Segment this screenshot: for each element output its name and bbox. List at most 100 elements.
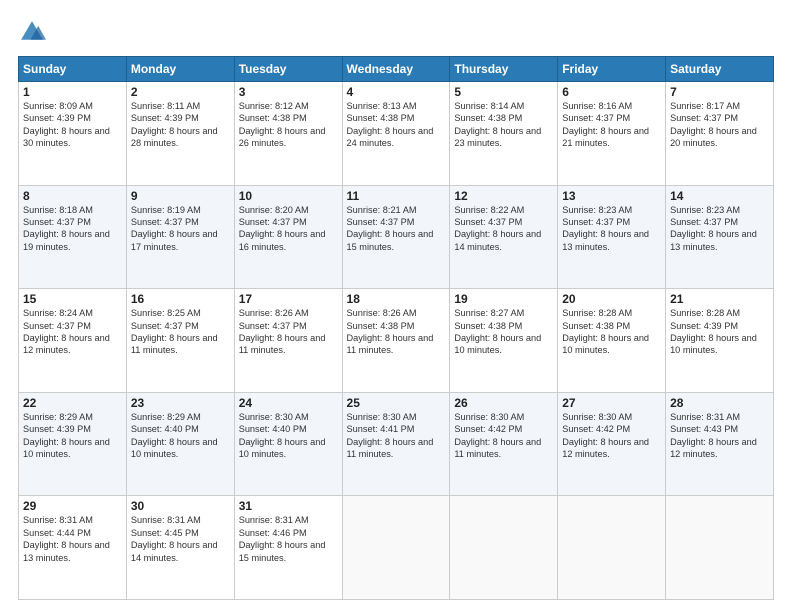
calendar-cell	[558, 496, 666, 600]
cell-info: Sunrise: 8:14 AM Sunset: 4:38 PM Dayligh…	[454, 100, 553, 150]
calendar-cell: 22 Sunrise: 8:29 AM Sunset: 4:39 PM Dayl…	[19, 392, 127, 496]
cell-info: Sunrise: 8:30 AM Sunset: 4:40 PM Dayligh…	[239, 411, 338, 461]
cell-info: Sunrise: 8:21 AM Sunset: 4:37 PM Dayligh…	[347, 204, 446, 254]
cell-info: Sunrise: 8:23 AM Sunset: 4:37 PM Dayligh…	[670, 204, 769, 254]
calendar-cell: 14 Sunrise: 8:23 AM Sunset: 4:37 PM Dayl…	[666, 185, 774, 289]
calendar-cell: 11 Sunrise: 8:21 AM Sunset: 4:37 PM Dayl…	[342, 185, 450, 289]
day-number: 17	[239, 292, 338, 306]
calendar-cell: 12 Sunrise: 8:22 AM Sunset: 4:37 PM Dayl…	[450, 185, 558, 289]
cell-info: Sunrise: 8:26 AM Sunset: 4:38 PM Dayligh…	[347, 307, 446, 357]
calendar-week-row: 15 Sunrise: 8:24 AM Sunset: 4:37 PM Dayl…	[19, 289, 774, 393]
cell-info: Sunrise: 8:12 AM Sunset: 4:38 PM Dayligh…	[239, 100, 338, 150]
day-number: 14	[670, 189, 769, 203]
cell-info: Sunrise: 8:31 AM Sunset: 4:45 PM Dayligh…	[131, 514, 230, 564]
day-number: 24	[239, 396, 338, 410]
day-number: 19	[454, 292, 553, 306]
day-number: 10	[239, 189, 338, 203]
calendar-cell: 7 Sunrise: 8:17 AM Sunset: 4:37 PM Dayli…	[666, 82, 774, 186]
calendar-cell: 20 Sunrise: 8:28 AM Sunset: 4:38 PM Dayl…	[558, 289, 666, 393]
header	[18, 18, 774, 46]
calendar-cell: 6 Sunrise: 8:16 AM Sunset: 4:37 PM Dayli…	[558, 82, 666, 186]
calendar-cell: 9 Sunrise: 8:19 AM Sunset: 4:37 PM Dayli…	[126, 185, 234, 289]
cell-info: Sunrise: 8:29 AM Sunset: 4:39 PM Dayligh…	[23, 411, 122, 461]
calendar-cell: 17 Sunrise: 8:26 AM Sunset: 4:37 PM Dayl…	[234, 289, 342, 393]
day-number: 4	[347, 85, 446, 99]
calendar-cell	[450, 496, 558, 600]
calendar-cell: 13 Sunrise: 8:23 AM Sunset: 4:37 PM Dayl…	[558, 185, 666, 289]
day-number: 9	[131, 189, 230, 203]
calendar-cell: 2 Sunrise: 8:11 AM Sunset: 4:39 PM Dayli…	[126, 82, 234, 186]
day-header-tuesday: Tuesday	[234, 57, 342, 82]
calendar-cell: 19 Sunrise: 8:27 AM Sunset: 4:38 PM Dayl…	[450, 289, 558, 393]
cell-info: Sunrise: 8:30 AM Sunset: 4:42 PM Dayligh…	[454, 411, 553, 461]
day-number: 22	[23, 396, 122, 410]
calendar-week-row: 29 Sunrise: 8:31 AM Sunset: 4:44 PM Dayl…	[19, 496, 774, 600]
day-number: 5	[454, 85, 553, 99]
cell-info: Sunrise: 8:31 AM Sunset: 4:44 PM Dayligh…	[23, 514, 122, 564]
day-number: 28	[670, 396, 769, 410]
day-number: 7	[670, 85, 769, 99]
day-header-monday: Monday	[126, 57, 234, 82]
day-number: 11	[347, 189, 446, 203]
day-number: 8	[23, 189, 122, 203]
day-header-saturday: Saturday	[666, 57, 774, 82]
day-number: 25	[347, 396, 446, 410]
cell-info: Sunrise: 8:25 AM Sunset: 4:37 PM Dayligh…	[131, 307, 230, 357]
day-number: 20	[562, 292, 661, 306]
day-number: 15	[23, 292, 122, 306]
calendar-cell: 16 Sunrise: 8:25 AM Sunset: 4:37 PM Dayl…	[126, 289, 234, 393]
day-number: 12	[454, 189, 553, 203]
cell-info: Sunrise: 8:13 AM Sunset: 4:38 PM Dayligh…	[347, 100, 446, 150]
logo	[18, 18, 50, 46]
day-number: 31	[239, 499, 338, 513]
calendar-cell: 24 Sunrise: 8:30 AM Sunset: 4:40 PM Dayl…	[234, 392, 342, 496]
calendar-cell: 31 Sunrise: 8:31 AM Sunset: 4:46 PM Dayl…	[234, 496, 342, 600]
day-number: 27	[562, 396, 661, 410]
logo-icon	[18, 18, 46, 46]
day-header-wednesday: Wednesday	[342, 57, 450, 82]
calendar-cell: 25 Sunrise: 8:30 AM Sunset: 4:41 PM Dayl…	[342, 392, 450, 496]
day-header-thursday: Thursday	[450, 57, 558, 82]
calendar-cell: 26 Sunrise: 8:30 AM Sunset: 4:42 PM Dayl…	[450, 392, 558, 496]
day-number: 23	[131, 396, 230, 410]
day-number: 16	[131, 292, 230, 306]
cell-info: Sunrise: 8:11 AM Sunset: 4:39 PM Dayligh…	[131, 100, 230, 150]
page: SundayMondayTuesdayWednesdayThursdayFrid…	[0, 0, 792, 612]
day-number: 30	[131, 499, 230, 513]
calendar-week-row: 1 Sunrise: 8:09 AM Sunset: 4:39 PM Dayli…	[19, 82, 774, 186]
calendar-header-row: SundayMondayTuesdayWednesdayThursdayFrid…	[19, 57, 774, 82]
cell-info: Sunrise: 8:19 AM Sunset: 4:37 PM Dayligh…	[131, 204, 230, 254]
cell-info: Sunrise: 8:28 AM Sunset: 4:39 PM Dayligh…	[670, 307, 769, 357]
cell-info: Sunrise: 8:30 AM Sunset: 4:41 PM Dayligh…	[347, 411, 446, 461]
calendar-cell: 29 Sunrise: 8:31 AM Sunset: 4:44 PM Dayl…	[19, 496, 127, 600]
cell-info: Sunrise: 8:31 AM Sunset: 4:46 PM Dayligh…	[239, 514, 338, 564]
calendar-cell: 28 Sunrise: 8:31 AM Sunset: 4:43 PM Dayl…	[666, 392, 774, 496]
day-number: 1	[23, 85, 122, 99]
cell-info: Sunrise: 8:28 AM Sunset: 4:38 PM Dayligh…	[562, 307, 661, 357]
cell-info: Sunrise: 8:27 AM Sunset: 4:38 PM Dayligh…	[454, 307, 553, 357]
day-number: 6	[562, 85, 661, 99]
calendar-cell	[666, 496, 774, 600]
calendar-cell: 8 Sunrise: 8:18 AM Sunset: 4:37 PM Dayli…	[19, 185, 127, 289]
calendar-cell	[342, 496, 450, 600]
calendar-cell: 15 Sunrise: 8:24 AM Sunset: 4:37 PM Dayl…	[19, 289, 127, 393]
cell-info: Sunrise: 8:26 AM Sunset: 4:37 PM Dayligh…	[239, 307, 338, 357]
calendar-cell: 23 Sunrise: 8:29 AM Sunset: 4:40 PM Dayl…	[126, 392, 234, 496]
calendar-cell: 3 Sunrise: 8:12 AM Sunset: 4:38 PM Dayli…	[234, 82, 342, 186]
cell-info: Sunrise: 8:29 AM Sunset: 4:40 PM Dayligh…	[131, 411, 230, 461]
calendar-cell: 5 Sunrise: 8:14 AM Sunset: 4:38 PM Dayli…	[450, 82, 558, 186]
calendar-cell: 27 Sunrise: 8:30 AM Sunset: 4:42 PM Dayl…	[558, 392, 666, 496]
cell-info: Sunrise: 8:20 AM Sunset: 4:37 PM Dayligh…	[239, 204, 338, 254]
calendar-cell: 4 Sunrise: 8:13 AM Sunset: 4:38 PM Dayli…	[342, 82, 450, 186]
calendar-week-row: 22 Sunrise: 8:29 AM Sunset: 4:39 PM Dayl…	[19, 392, 774, 496]
day-header-friday: Friday	[558, 57, 666, 82]
day-number: 29	[23, 499, 122, 513]
day-number: 3	[239, 85, 338, 99]
cell-info: Sunrise: 8:09 AM Sunset: 4:39 PM Dayligh…	[23, 100, 122, 150]
calendar-cell: 30 Sunrise: 8:31 AM Sunset: 4:45 PM Dayl…	[126, 496, 234, 600]
calendar-cell: 21 Sunrise: 8:28 AM Sunset: 4:39 PM Dayl…	[666, 289, 774, 393]
cell-info: Sunrise: 8:31 AM Sunset: 4:43 PM Dayligh…	[670, 411, 769, 461]
day-number: 21	[670, 292, 769, 306]
day-number: 26	[454, 396, 553, 410]
day-number: 13	[562, 189, 661, 203]
